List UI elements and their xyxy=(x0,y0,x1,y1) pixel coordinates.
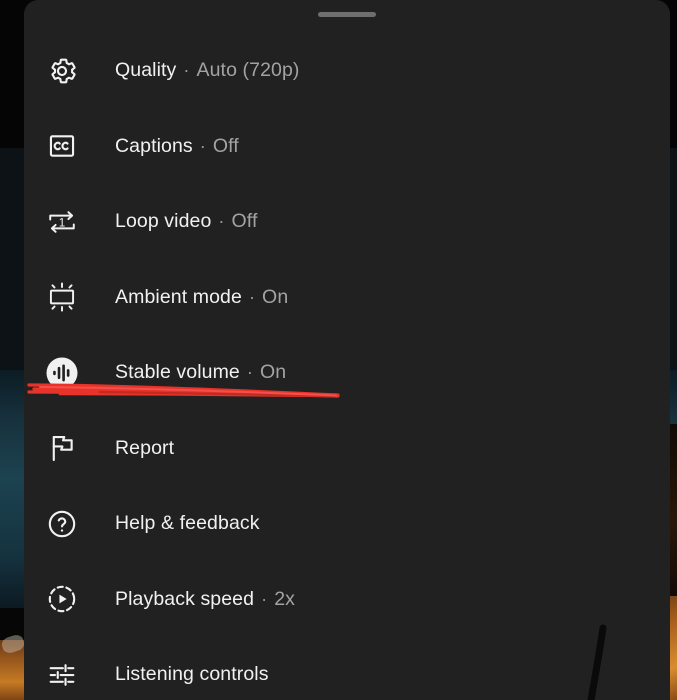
menu-item-playback-speed[interactable]: Playback speed · 2x xyxy=(24,562,670,638)
menu-item-label: Playback speed xyxy=(115,588,254,611)
menu-item-label: Listening controls xyxy=(115,663,269,686)
ambient-mode-icon xyxy=(34,277,90,317)
playback-speed-icon xyxy=(34,579,90,619)
menu-item-value: Off xyxy=(213,135,239,158)
menu-item-text: Report xyxy=(115,437,174,460)
menu-item-separator: · xyxy=(218,211,224,232)
menu-item-label: Ambient mode xyxy=(115,286,242,309)
listening-controls-icon xyxy=(34,655,90,695)
menu-item-report[interactable]: Report xyxy=(24,411,670,487)
menu-item-text: Help & feedback xyxy=(115,512,260,535)
menu-item-loop-video[interactable]: 1 Loop video · Off xyxy=(24,184,670,260)
menu-item-ambient-mode[interactable]: Ambient mode · On xyxy=(24,260,670,336)
closed-captions-icon xyxy=(34,126,90,166)
menu-item-text: Ambient mode · On xyxy=(115,286,288,309)
gear-icon xyxy=(34,51,90,91)
svg-text:1: 1 xyxy=(59,216,65,229)
menu-item-value: On xyxy=(262,286,288,309)
menu-item-value: On xyxy=(260,361,286,384)
menu-item-separator: · xyxy=(249,287,255,308)
menu-item-text: Captions · Off xyxy=(115,135,239,158)
menu-item-value: Off xyxy=(232,210,258,233)
menu-item-stable-volume[interactable]: Stable volume · On xyxy=(24,335,670,411)
menu-item-text: Playback speed · 2x xyxy=(115,588,295,611)
menu-item-separator: · xyxy=(200,136,206,157)
menu-item-label: Help & feedback xyxy=(115,512,260,535)
stable-volume-icon xyxy=(34,353,90,393)
menu-item-value: Auto (720p) xyxy=(197,59,300,82)
settings-bottom-sheet: Quality · Auto (720p) Captions · xyxy=(24,0,670,700)
menu-item-separator: · xyxy=(261,589,267,610)
menu-item-help-feedback[interactable]: Help & feedback xyxy=(24,486,670,562)
menu-item-listening-controls[interactable]: Listening controls xyxy=(24,637,670,700)
settings-menu-list: Quality · Auto (720p) Captions · xyxy=(24,33,670,700)
loop-video-icon: 1 xyxy=(34,202,90,242)
menu-item-label: Loop video xyxy=(115,210,211,233)
menu-item-separator: · xyxy=(183,60,189,81)
drag-handle[interactable] xyxy=(318,12,376,17)
menu-item-label: Captions xyxy=(115,135,193,158)
menu-item-text: Stable volume · On xyxy=(115,361,286,384)
menu-item-label: Stable volume xyxy=(115,361,240,384)
menu-item-separator: · xyxy=(247,362,253,383)
menu-item-text: Loop video · Off xyxy=(115,210,257,233)
menu-item-label: Report xyxy=(115,437,174,460)
menu-item-text: Quality · Auto (720p) xyxy=(115,59,300,82)
menu-item-quality[interactable]: Quality · Auto (720p) xyxy=(24,33,670,109)
flag-icon xyxy=(34,428,90,468)
menu-item-text: Listening controls xyxy=(115,663,269,686)
help-circle-icon xyxy=(34,504,90,544)
video-player-screen: Quality · Auto (720p) Captions · xyxy=(0,0,677,700)
menu-item-captions[interactable]: Captions · Off xyxy=(24,109,670,185)
menu-item-value: 2x xyxy=(274,588,295,611)
menu-item-label: Quality xyxy=(115,59,176,82)
